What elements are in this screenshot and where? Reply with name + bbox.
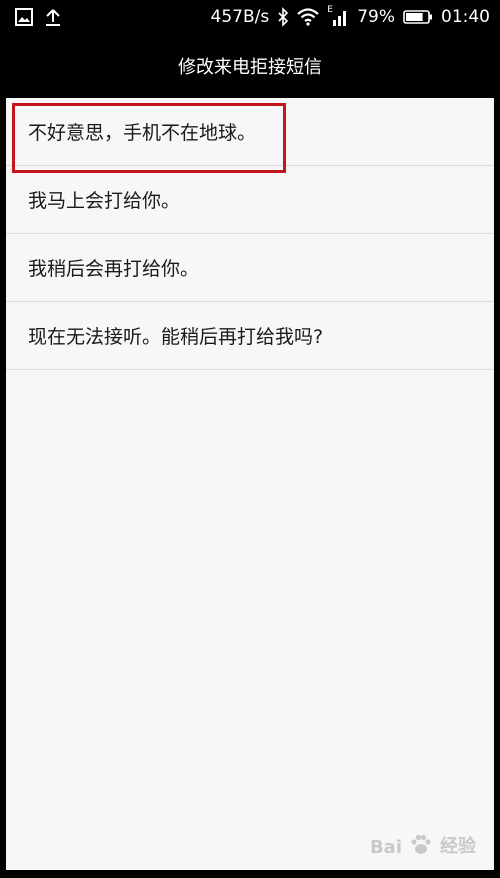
network-speed: 457B/s	[210, 7, 270, 27]
paw-icon	[408, 832, 434, 858]
network-type: E	[327, 5, 333, 15]
status-right-icons: 457B/s E 79% 01:40	[210, 5, 491, 27]
baidu-watermark: Bai 经验	[370, 832, 476, 858]
battery-percent: 79%	[357, 7, 395, 27]
quick-reply-list: 不好意思，手机不在地球。 我马上会打给你。 我稍后会再打给你。 现在无法接听。能…	[6, 98, 494, 370]
wifi-icon	[297, 8, 319, 26]
clock: 01:40	[441, 7, 490, 27]
list-item[interactable]: 现在无法接听。能稍后再打给我吗?	[6, 302, 494, 370]
watermark-suffix: 经验	[440, 836, 476, 857]
list-item[interactable]: 不好意思，手机不在地球。	[6, 98, 494, 166]
list-item-text: 我马上会打给你。	[28, 190, 181, 212]
phone-screen: 457B/s E 79% 01:40 修改来电拒接短信 不好意思，手机不在地球。…	[0, 0, 500, 878]
status-bar: 457B/s E 79% 01:40	[0, 0, 500, 34]
list-item[interactable]: 我马上会打给你。	[6, 166, 494, 234]
signal-icon: E	[327, 5, 349, 27]
gallery-icon	[14, 7, 34, 27]
bluetooth-icon	[277, 7, 289, 27]
list-item[interactable]: 我稍后会再打给你。	[6, 234, 494, 302]
message-list-container: 不好意思，手机不在地球。 我马上会打给你。 我稍后会再打给你。 现在无法接听。能…	[6, 98, 494, 870]
list-item-text: 我稍后会再打给你。	[28, 258, 200, 280]
page-title: 修改来电拒接短信	[178, 57, 322, 78]
title-bar: 修改来电拒接短信	[0, 34, 500, 98]
list-item-text: 不好意思，手机不在地球。	[28, 122, 257, 144]
upload-icon	[44, 7, 62, 27]
list-item-text: 现在无法接听。能稍后再打给我吗?	[28, 326, 324, 348]
watermark-text: Bai	[369, 837, 402, 858]
battery-icon	[403, 9, 433, 25]
status-left-icons	[14, 7, 62, 27]
